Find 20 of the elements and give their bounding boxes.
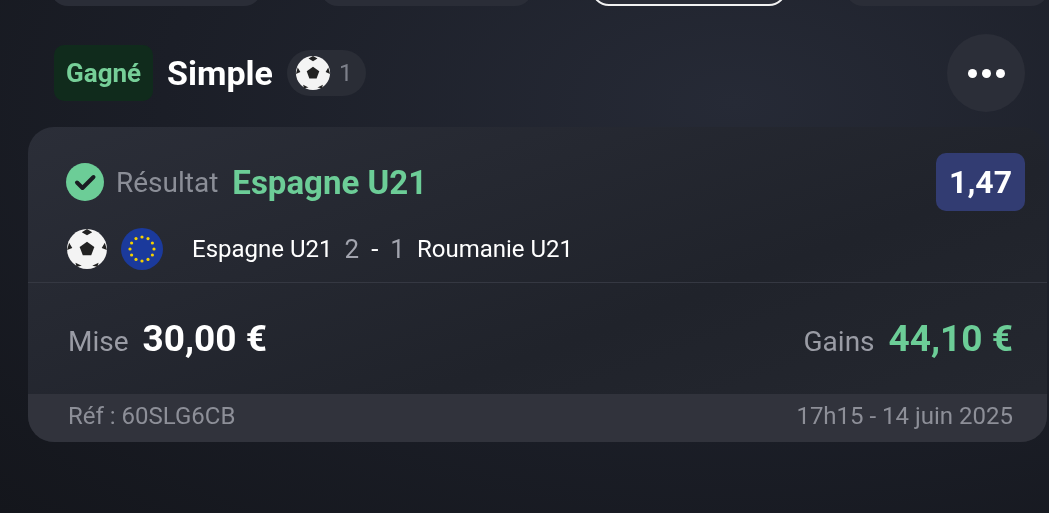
count-text: 1 [339, 59, 353, 87]
away-score: 1 [390, 234, 405, 264]
flag-icon [120, 227, 164, 271]
away-team: Roumanie U21 [416, 235, 574, 263]
odds-badge: 1,47 [936, 153, 1025, 211]
home-team: Espagne U21 [192, 235, 333, 263]
pick-text: Espagne U21 [232, 162, 428, 202]
football-icon [66, 228, 108, 270]
bet-type-title: Simple [167, 53, 273, 93]
bet-datetime: 17h15 - 14 juin 2025 [796, 402, 1013, 430]
stake-value: 30,00 € [142, 317, 267, 360]
football-icon [295, 55, 331, 91]
score-separator: - [371, 234, 379, 264]
stake-label: Mise [68, 325, 129, 358]
winnings-value: 44,10 € [888, 317, 1013, 360]
bet-reference: Réf : 60SLG6CB [68, 402, 236, 430]
status-badge: Gagné [54, 45, 154, 101]
winnings-label: Gains [803, 325, 875, 358]
home-score: 2 [344, 234, 360, 264]
market-label: Résultat [116, 165, 219, 199]
